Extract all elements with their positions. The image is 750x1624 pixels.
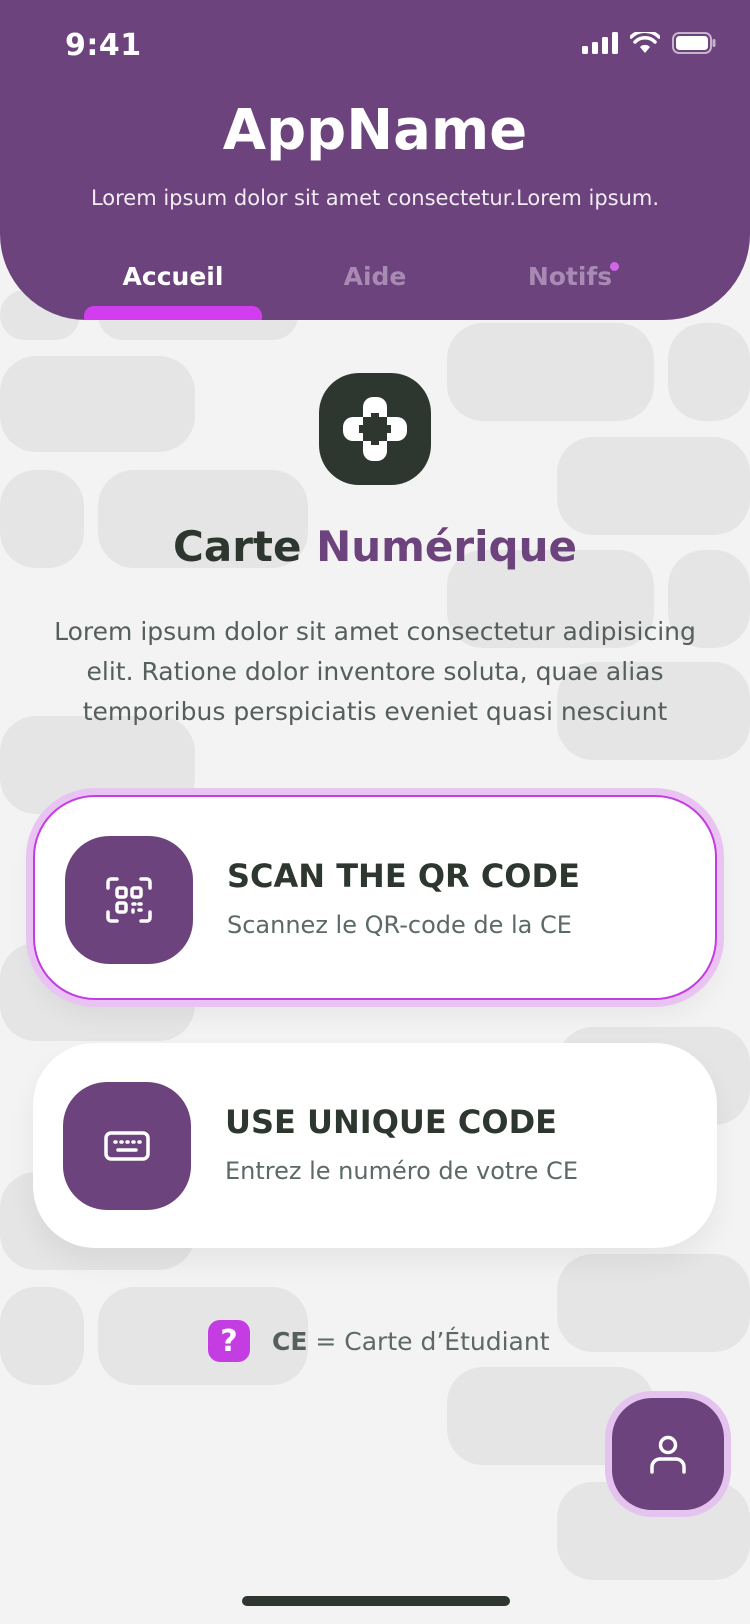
keyboard-icon xyxy=(63,1082,191,1210)
tab-notifs[interactable]: Notifs xyxy=(490,262,650,291)
title-primary: Carte xyxy=(173,522,302,571)
legend-definition: = Carte d’Étudiant xyxy=(315,1326,550,1356)
tab-accueil[interactable]: Accueil xyxy=(84,262,262,291)
option-title: SCAN THE QR CODE xyxy=(227,857,580,895)
ce-legend: ? CE = Carte d’Étudiant xyxy=(208,1320,550,1362)
legend-text: CE = Carte d’Étudiant xyxy=(272,1327,550,1356)
signal-icon xyxy=(582,32,618,54)
app-header: 9:41 AppName Lorem ipsum dolor sit amet … xyxy=(0,0,750,320)
status-time: 9:41 xyxy=(65,28,142,63)
gamepad-plus-icon xyxy=(319,373,431,485)
page-description: Lorem ipsum dolor sit amet consectetur a… xyxy=(54,617,696,726)
status-icons xyxy=(582,32,716,54)
tab-label: Notifs xyxy=(527,262,613,291)
wifi-icon xyxy=(630,32,660,53)
legend-abbr: CE xyxy=(272,1326,308,1356)
active-tab-indicator xyxy=(84,306,262,320)
tab-label: Accueil xyxy=(122,262,224,291)
page-title: Carte Numérique xyxy=(0,522,750,571)
title-accent: Numérique xyxy=(316,522,577,571)
question-icon: ? xyxy=(208,1320,250,1362)
option-subtitle: Entrez le numéro de votre CE xyxy=(225,1157,578,1185)
app-subtitle: Lorem ipsum dolor sit amet consectetur.L… xyxy=(90,186,660,210)
option-subtitle: Scannez le QR-code de la CE xyxy=(227,911,572,939)
profile-button[interactable] xyxy=(612,1398,724,1510)
unique-code-option[interactable]: USE UNIQUE CODE Entrez le numéro de votr… xyxy=(33,1043,717,1248)
tab-label: Aide xyxy=(343,262,407,291)
battery-icon xyxy=(672,32,716,54)
scan-qr-option[interactable]: SCAN THE QR CODE Scannez le QR-code de l… xyxy=(33,795,717,1000)
user-icon xyxy=(650,1435,686,1474)
option-title: USE UNIQUE CODE xyxy=(225,1103,557,1141)
home-indicator[interactable] xyxy=(242,1596,510,1606)
qr-code-icon xyxy=(65,836,193,964)
notification-dot xyxy=(610,262,619,271)
tab-aide[interactable]: Aide xyxy=(300,262,450,291)
app-title: AppName xyxy=(222,98,528,163)
